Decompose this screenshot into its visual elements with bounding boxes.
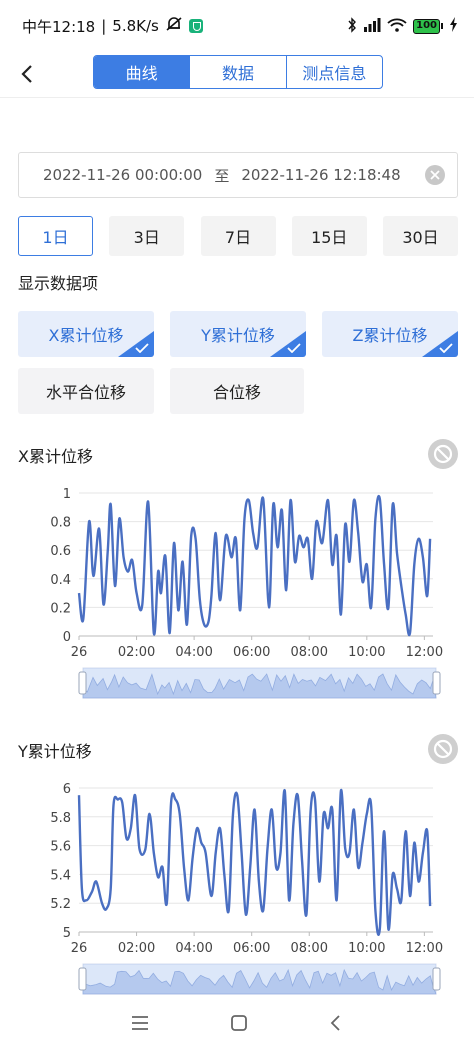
x-tick-label: 10:00 <box>348 941 385 956</box>
x-tick-label: 12:00 <box>406 645 443 660</box>
battery-icon: 100 <box>413 18 443 34</box>
chip-z-displacement[interactable]: Z累计位移 <box>322 311 458 357</box>
y-tick-label: 0.8 <box>50 516 71 531</box>
chart-y-displacement[interactable]: 5 5.2 5.4 5.6 5.8 6 26 02:00 04:00 06:00 08:00 10:0… <box>0 770 474 996</box>
chart-y-title: Y累计位移 <box>18 742 92 761</box>
tab-data[interactable]: 数据 <box>189 56 285 88</box>
x-tick-label: 06:00 <box>233 941 270 956</box>
x-tick-label: 12:00 <box>406 941 443 956</box>
x-tick-label: 08:00 <box>291 645 328 660</box>
x-tick-label: 02:00 <box>118 941 155 956</box>
range-1-day-button[interactable]: 1日 <box>18 216 93 256</box>
status-time: 中午12:18 <box>22 17 96 36</box>
signal-icon <box>363 17 381 35</box>
ban-icon <box>433 739 453 759</box>
date-range-picker[interactable]: 2022-11-26 00:00:00 至 2022-11-26 12:18:4… <box>18 152 458 198</box>
x-tick-label: 10:00 <box>348 645 385 660</box>
y-tick-label: 1 <box>63 487 71 502</box>
y-tick-label: 5.8 <box>50 811 71 826</box>
status-speed: 5.8K/s <box>112 17 159 35</box>
y-tick-label: 6 <box>63 782 71 797</box>
check-icon <box>287 343 301 353</box>
x-tick-label: 02:00 <box>118 645 155 660</box>
x-tick-label: 26 <box>71 645 88 660</box>
check-icon <box>135 343 149 353</box>
battery-level: 100 <box>413 18 440 34</box>
zoom-handle-left[interactable] <box>78 671 87 695</box>
chevron-left-icon <box>21 65 32 83</box>
chart-x-hide-button[interactable] <box>428 439 458 469</box>
y-tick-label: 0.6 <box>50 544 71 559</box>
status-divider: | <box>101 17 107 35</box>
x-tick-label: 26 <box>71 941 88 956</box>
range-7-day-button[interactable]: 7日 <box>200 216 276 256</box>
range-15-day-button[interactable]: 15日 <box>291 216 367 256</box>
chip-horizontal-displacement[interactable]: 水平合位移 <box>18 368 154 414</box>
tab-curve[interactable]: 曲线 <box>94 56 190 88</box>
zoom-handle-right[interactable] <box>432 671 441 695</box>
system-navigation-bar <box>0 996 474 1053</box>
y-tick-label: 0.4 <box>50 573 71 588</box>
date-separator: 至 <box>214 166 230 185</box>
chart-x-displacement[interactable]: 0 0.2 0.4 0.6 0.8 1 26 02:00 04:00 06:00 08:00 10:0… <box>0 476 474 716</box>
chart-x-title: X累计位移 <box>18 447 93 466</box>
close-icon <box>430 170 440 180</box>
y-tick-label: 5.6 <box>50 840 71 855</box>
chip-x-displacement[interactable]: X累计位移 <box>18 311 154 357</box>
x-tick-label: 08:00 <box>291 941 328 956</box>
x-tick-label: 04:00 <box>175 941 212 956</box>
x-tick-label: 06:00 <box>233 645 270 660</box>
clear-date-button[interactable] <box>425 165 445 185</box>
range-3-day-button[interactable]: 3日 <box>109 216 185 256</box>
ban-icon <box>433 444 453 464</box>
chip-total-displacement[interactable]: 合位移 <box>170 368 304 414</box>
bluetooth-icon <box>347 16 357 36</box>
range-30-day-button[interactable]: 30日 <box>383 216 458 256</box>
zoom-handle-right[interactable] <box>432 967 441 991</box>
wifi-icon <box>387 18 407 35</box>
check-icon <box>439 343 453 353</box>
view-tabs: 曲线 数据 测点信息 <box>93 55 383 89</box>
series-line <box>77 494 432 637</box>
zoom-handle-left[interactable] <box>78 967 87 991</box>
zoom-window <box>83 964 436 994</box>
chart-y-hide-button[interactable] <box>428 734 458 764</box>
start-date[interactable]: 2022-11-26 00:00:00 <box>43 166 202 184</box>
display-items-label: 显示数据项 <box>18 274 99 293</box>
end-date[interactable]: 2022-11-26 12:18:48 <box>241 166 400 184</box>
status-bar: 中午12:18 | 5.8K/s 100 <box>0 0 474 52</box>
y-tick-label: 0 <box>63 630 71 645</box>
y-tick-label: 5.2 <box>50 897 71 912</box>
chip-y-displacement[interactable]: Y累计位移 <box>170 311 306 357</box>
home-icon[interactable] <box>230 1014 248 1036</box>
back-nav-icon[interactable] <box>328 1014 344 1036</box>
chip-label: X累计位移 <box>48 326 124 345</box>
chip-label: 水平合位移 <box>45 383 126 402</box>
menu-icon[interactable] <box>130 1015 150 1035</box>
series-line <box>77 789 432 936</box>
zoom-window <box>83 668 436 698</box>
back-button[interactable] <box>14 60 42 88</box>
y-tick-label: 5.4 <box>50 868 71 883</box>
security-app-icon <box>188 19 203 33</box>
mute-bell-icon <box>165 15 183 37</box>
top-navigation: 曲线 数据 测点信息 <box>0 52 474 98</box>
charging-icon <box>449 17 458 35</box>
y-tick-label: 0.2 <box>50 601 71 616</box>
x-tick-label: 04:00 <box>175 645 212 660</box>
chip-label: Z累计位移 <box>352 326 428 345</box>
chip-label: Y累计位移 <box>201 326 275 345</box>
day-range-selector: 1日 3日 7日 15日 30日 <box>18 216 458 256</box>
tab-point-info[interactable]: 测点信息 <box>285 56 382 88</box>
y-tick-label: 5 <box>63 926 71 941</box>
chip-label: 合位移 <box>212 383 261 402</box>
